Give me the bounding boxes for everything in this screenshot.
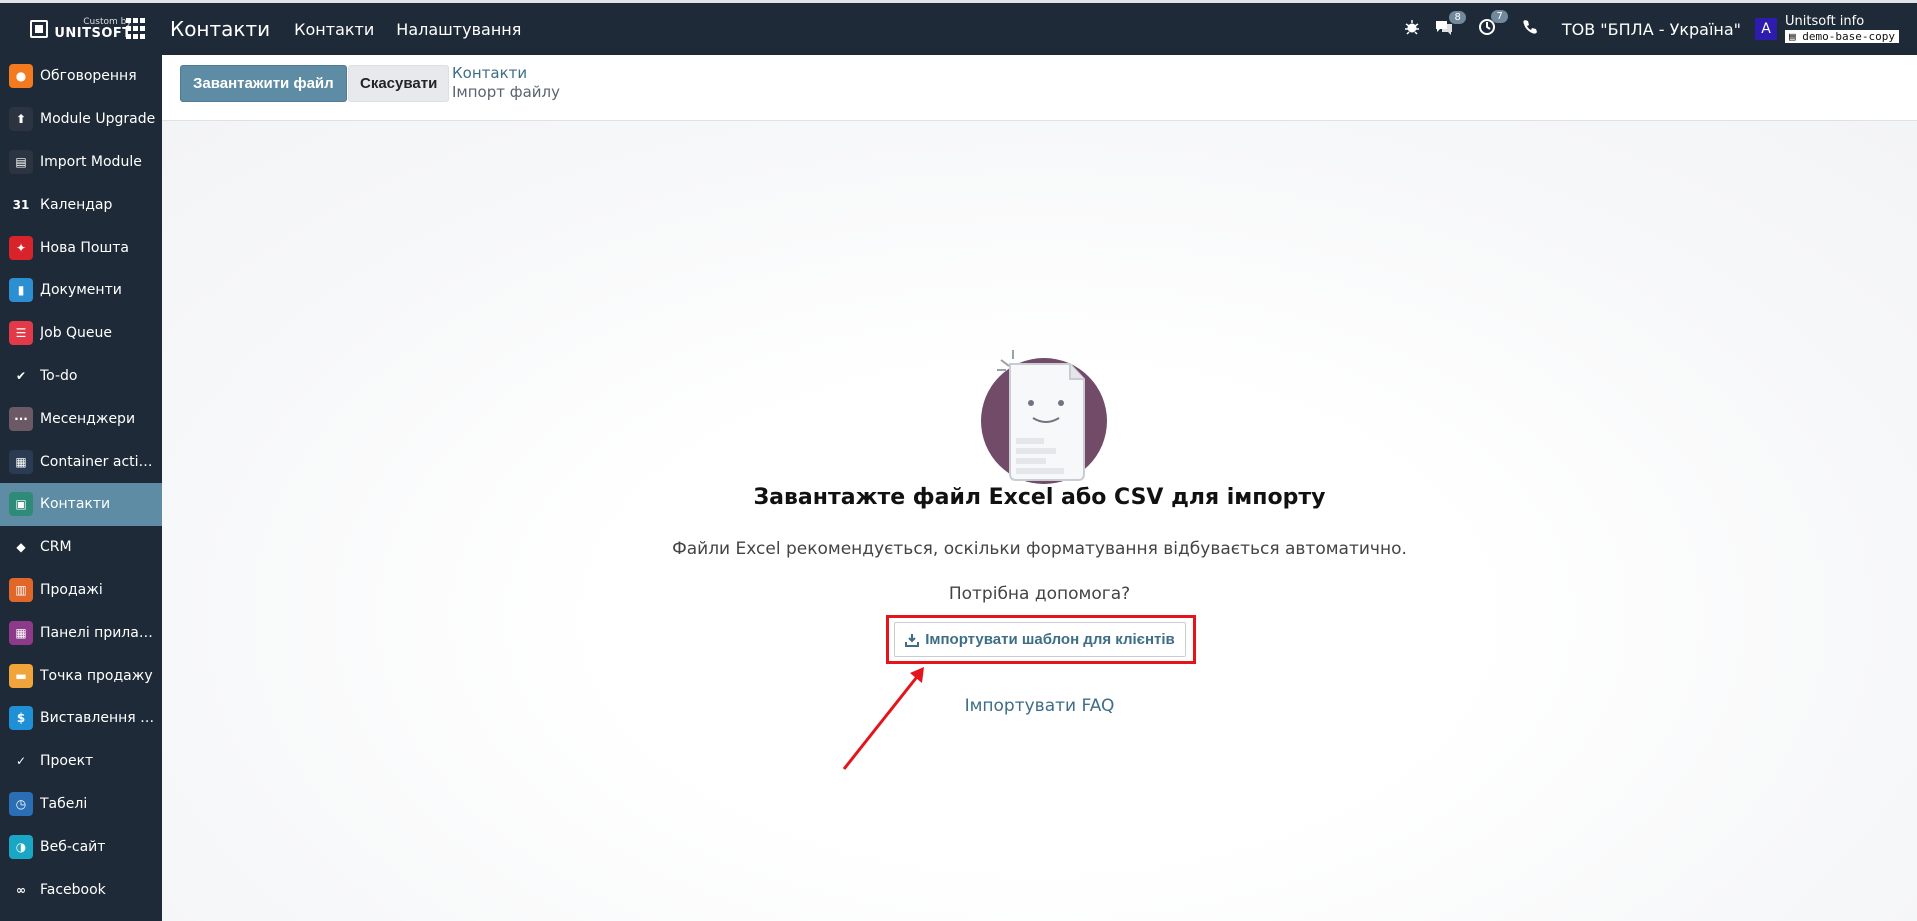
- brand-name: UNITSOFT: [54, 26, 132, 41]
- sidebar-item-label: Точка продажу: [40, 667, 153, 684]
- sidebar-item-label: Job Queue: [40, 325, 113, 342]
- sidebar-item-label: Проект: [40, 753, 94, 770]
- calendar-icon: 31: [9, 192, 33, 217]
- sidebar-item[interactable]: $ Виставлення ра...: [0, 697, 162, 740]
- sidebar-item-label: Import Module: [40, 153, 142, 170]
- sidebar-item-label: To-do: [40, 367, 78, 384]
- sidebar-item[interactable]: ☰ Job Queue: [0, 312, 162, 355]
- activities-count-badge: 7: [1491, 9, 1508, 23]
- dashboards-icon: ▦: [9, 620, 33, 645]
- sidebar-item[interactable]: ✓ Проект: [0, 740, 162, 783]
- import-faq-link[interactable]: Імпортувати FAQ: [965, 696, 1115, 716]
- menu-settings[interactable]: Налаштування: [396, 20, 521, 39]
- pos-icon: ▬: [9, 663, 33, 688]
- user-menu[interactable]: Unitsoft info ▤ demo-base-copy: [1785, 13, 1899, 44]
- sales-icon: ▥: [9, 577, 33, 602]
- company-switcher[interactable]: ТОВ "БПЛА - Україна": [1562, 20, 1741, 39]
- help-question: Потрібна допомога?: [948, 584, 1131, 604]
- app-title[interactable]: Контакти: [170, 17, 270, 41]
- sidebar-item[interactable]: ∞ Facebook: [0, 868, 162, 911]
- sidebar-item[interactable]: ✔ To-do: [0, 355, 162, 398]
- sidebar-item[interactable]: ⬆ Module Upgrade: [0, 98, 162, 141]
- sidebar-item[interactable]: ··· Месенджери: [0, 397, 162, 440]
- breadcrumb-current: Імпорт файлу: [452, 83, 560, 101]
- red-annotation-arrow: [842, 667, 924, 770]
- document-smiley-illustration: [981, 350, 1107, 484]
- database-name: ▤ demo-base-copy: [1785, 29, 1899, 44]
- sidebar-item-label: Продажі: [40, 581, 103, 598]
- todo-icon: ✔: [9, 363, 33, 388]
- import-title: Завантажте файл Excel або CSV для імпорт…: [753, 485, 1326, 510]
- sidebar-item[interactable]: ◷ Табелі: [0, 783, 162, 826]
- breadcrumb: Контакти Імпорт файлу: [452, 64, 560, 102]
- phone-icon[interactable]: [1522, 19, 1538, 40]
- sidebar-item[interactable]: ▦ Панелі приладів: [0, 611, 162, 654]
- sidebar-item-label: Веб-сайт: [40, 838, 106, 855]
- user-name: Unitsoft info: [1785, 13, 1865, 29]
- nova-poshta-icon: ✦: [9, 235, 33, 260]
- discuss-icon: ●: [9, 64, 33, 89]
- sidebar-item-label: Панелі приладів: [40, 624, 160, 641]
- sidebar-item-label: Facebook: [40, 881, 106, 898]
- import-module-icon: ▤: [9, 149, 33, 174]
- sidebar-item[interactable]: ▤ Import Module: [0, 141, 162, 184]
- sidebar-item-label: Обговорення: [40, 68, 137, 85]
- sidebar-item[interactable]: ✦ Нова Пошта: [0, 226, 162, 269]
- download-icon: [905, 633, 920, 647]
- sidebar-item-label: Табелі: [40, 795, 88, 812]
- sidebar-item-label: Документи: [40, 282, 122, 299]
- control-panel: Завантажити файл Скасувати Контакти Імпо…: [162, 55, 1917, 121]
- sidebar-item-label: Контакти: [40, 496, 111, 513]
- sidebar-item[interactable]: ● Обговорення: [0, 55, 162, 98]
- timesheet-icon: ◷: [9, 791, 33, 816]
- sidebar-item-label: Месенджери: [40, 410, 136, 427]
- import-main-area: Завантажте файл Excel або CSV для імпорт…: [162, 121, 1917, 921]
- sidebar-item-label: Нова Пошта: [40, 239, 130, 256]
- sidebar-item-label: Container actions: [40, 453, 160, 470]
- sidebar-item-label: Календар: [40, 196, 113, 213]
- apps-sidebar: ● Обговорення ⬆ Module Upgrade ▤ Import Modul…: [0, 55, 162, 921]
- job-queue-icon: ☰: [9, 321, 33, 346]
- sidebar-item[interactable]: 31 Календар: [0, 183, 162, 226]
- import-description: Файли Excel рекомендується, оскільки фор…: [672, 539, 1407, 559]
- sidebar-item-label: Виставлення ра...: [40, 710, 160, 727]
- sidebar-item[interactable]: ▬ Точка продажу: [0, 654, 162, 697]
- upgrade-icon: ⬆: [9, 107, 33, 132]
- documents-icon: ▮: [9, 278, 33, 303]
- contacts-icon: ▣: [9, 492, 33, 517]
- sidebar-item-label: CRM: [40, 539, 72, 556]
- sidebar-item[interactable]: ▥ Продажі: [0, 569, 162, 612]
- sidebar-item[interactable]: ▣ Контакти: [0, 482, 162, 526]
- debug-bug-icon[interactable]: [1404, 19, 1420, 40]
- crm-icon: ◆: [9, 535, 33, 560]
- sidebar-item-label: Module Upgrade: [40, 111, 156, 128]
- unitsoft-logo-icon: [30, 20, 49, 38]
- apps-menu-icon[interactable]: [126, 18, 148, 40]
- facebook-icon: ∞: [9, 877, 33, 902]
- database-icon: ▤: [1789, 29, 1803, 43]
- project-icon: ✓: [9, 749, 33, 774]
- website-icon: ◑: [9, 834, 33, 859]
- messages-count-badge: 8: [1449, 10, 1466, 24]
- sidebar-item[interactable]: ▦ Container actions: [0, 440, 162, 483]
- top-navbar: Custom by UNITSOFT Контакти Контакти Нал…: [0, 0, 1917, 55]
- messengers-icon: ···: [9, 406, 33, 431]
- activities-clock-icon[interactable]: 7: [1478, 9, 1508, 41]
- breadcrumb-contacts-link[interactable]: Контакти: [452, 64, 560, 83]
- cancel-button[interactable]: Скасувати: [348, 65, 450, 102]
- upload-file-button[interactable]: Завантажити файл: [180, 65, 347, 102]
- invoicing-icon: $: [9, 706, 33, 731]
- container-icon: ▦: [9, 449, 33, 474]
- user-avatar[interactable]: A: [1755, 18, 1778, 40]
- sidebar-item[interactable]: ◆ CRM: [0, 526, 162, 569]
- sidebar-item[interactable]: ▮ Документи: [0, 269, 162, 312]
- messages-icon[interactable]: 8: [1434, 10, 1466, 40]
- import-template-label: Імпортувати шаблон для клієнтів: [925, 631, 1175, 648]
- menu-contacts[interactable]: Контакти: [294, 20, 374, 39]
- import-template-button[interactable]: Імпортувати шаблон для клієнтів: [894, 622, 1186, 657]
- sidebar-item[interactable]: ◑ Веб-сайт: [0, 825, 162, 868]
